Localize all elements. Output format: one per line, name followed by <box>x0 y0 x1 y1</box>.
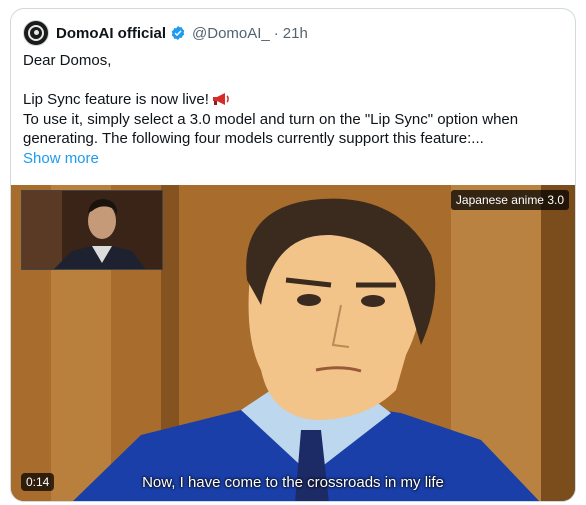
video-player[interactable]: Japanese anime 3.0 0:14 Now, I have come… <box>11 185 575 501</box>
tweet-timestamp[interactable]: 21h <box>283 25 308 42</box>
style-badge: Japanese anime 3.0 <box>450 190 569 210</box>
author-name[interactable]: DomoAI official <box>56 25 166 42</box>
instructions-line: To use it, simply select a 3.0 model and… <box>23 110 519 148</box>
tweet-header: DomoAI official @DomoAI_ · 21h <box>23 20 308 46</box>
megaphone-icon <box>212 93 229 105</box>
header-separator: · <box>273 24 279 42</box>
verified-badge-icon <box>171 26 185 40</box>
video-subtitle: Now, I have come to the crossroads in my… <box>142 474 444 491</box>
greeting-line: Dear Domos, <box>23 52 112 69</box>
announcement-line: Lip Sync feature is now live! <box>23 90 563 110</box>
author-handle[interactable]: @DomoAI_ <box>192 25 270 42</box>
show-more-link[interactable]: Show more <box>23 150 99 167</box>
tweet-text: Dear Domos, Lip Sync feature is now live… <box>23 51 563 168</box>
avatar[interactable] <box>23 20 49 46</box>
tweet-card[interactable]: DomoAI official @DomoAI_ · 21h Dear Domo… <box>10 8 576 502</box>
source-video-thumbnail <box>21 190 163 270</box>
announcement-text: Lip Sync feature is now live! <box>23 91 209 108</box>
